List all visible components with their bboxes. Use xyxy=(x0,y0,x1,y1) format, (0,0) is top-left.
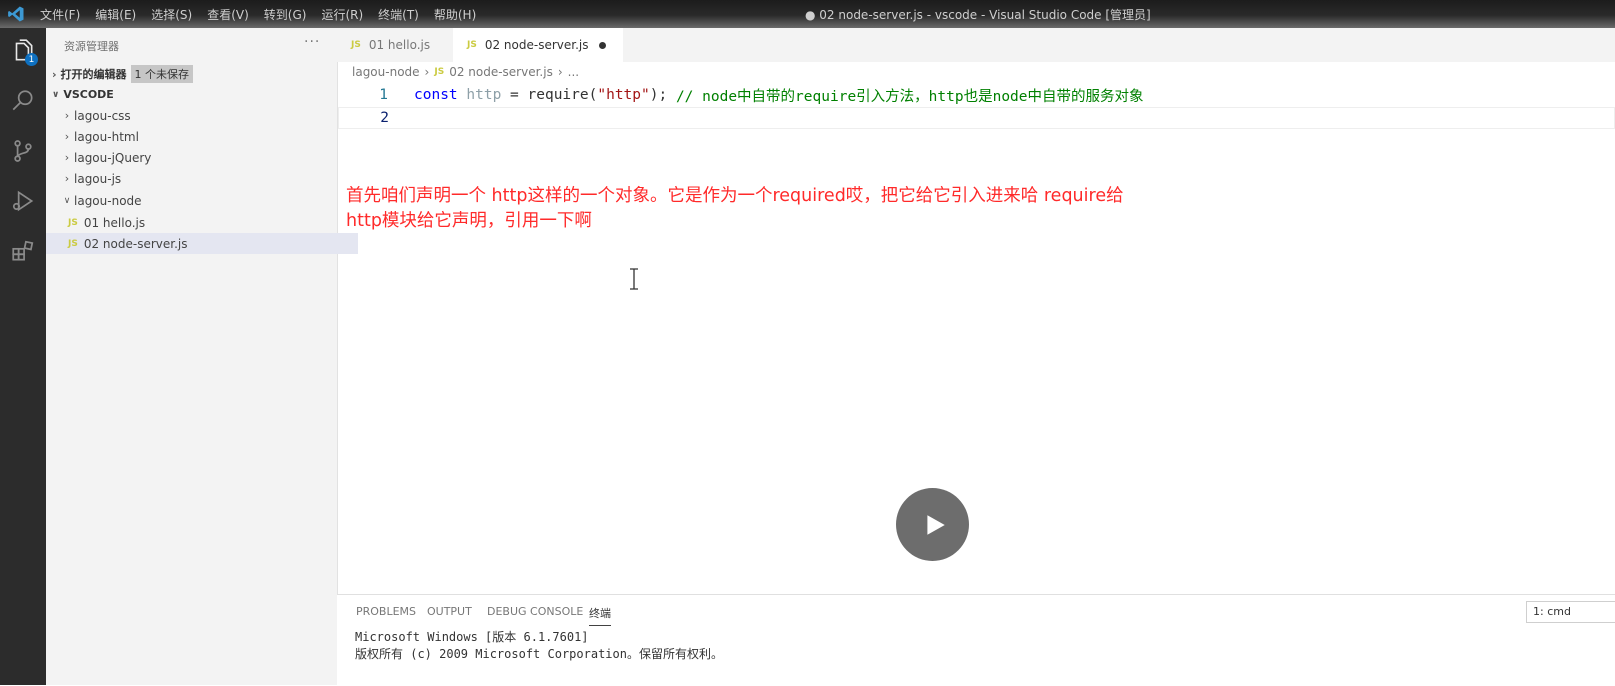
menu-terminal[interactable]: 终端(T) xyxy=(378,6,419,23)
chevron-right-icon: › xyxy=(64,109,70,122)
code-line-1[interactable]: 1 const http = require("http"); // node中… xyxy=(338,84,1615,106)
activity-bar: 1 xyxy=(0,28,46,685)
explorer-sidebar: 资源管理器 ··· › 打开的编辑器 1 个未保存 ∨ VSCODE › lag… xyxy=(46,28,358,685)
search-icon xyxy=(12,90,33,111)
tree-folder-lagou-html[interactable]: › lagou-html xyxy=(46,126,350,147)
breadcrumb-file[interactable]: 02 node-server.js xyxy=(449,65,553,79)
chevron-down-icon: ∨ xyxy=(63,195,71,206)
code-operator: = xyxy=(510,87,519,103)
unsaved-badge: 1 个未保存 xyxy=(130,65,194,83)
explorer-button[interactable]: 1 xyxy=(8,36,38,66)
chevron-right-icon: › xyxy=(64,172,70,185)
terminal-output-line: 版权所有 (c) 2009 Microsoft Corporation。保留所有… xyxy=(355,647,723,661)
tab-label: 02 node-server.js xyxy=(484,38,589,52)
js-file-icon: JS xyxy=(68,217,78,228)
unsaved-dot-icon[interactable] xyxy=(598,41,606,49)
chevron-right-icon: › xyxy=(64,130,70,143)
breadcrumb: lagou-node › JS 02 node-server.js › ... xyxy=(352,65,579,79)
tree-folder-lagou-js[interactable]: › lagou-js xyxy=(46,168,350,189)
code-line-2[interactable]: 2 xyxy=(338,107,1615,129)
title-bar: 文件(F) 编辑(E) 选择(S) 查看(V) 转到(G) 运行(R) 终端(T… xyxy=(0,0,1615,28)
menu-help[interactable]: 帮助(H) xyxy=(434,6,476,23)
menu-edit[interactable]: 编辑(E) xyxy=(95,6,136,23)
tree-folder-lagou-css[interactable]: › lagou-css xyxy=(46,105,350,126)
tree-item-label: lagou-node xyxy=(74,193,142,208)
source-control-button[interactable] xyxy=(8,136,38,166)
js-file-icon: JS xyxy=(467,40,477,50)
menu-run[interactable]: 运行(R) xyxy=(321,6,363,23)
chevron-right-icon: › xyxy=(557,65,563,79)
code-paren: ); xyxy=(649,87,668,103)
line-number: 2 xyxy=(380,110,389,126)
chevron-down-icon: ∨ xyxy=(52,89,60,100)
js-file-icon: JS xyxy=(434,67,445,77)
explorer-badge: 1 xyxy=(25,53,38,66)
menu-file[interactable]: 文件(F) xyxy=(40,6,80,23)
workspace-label: VSCODE xyxy=(63,88,114,101)
search-button[interactable] xyxy=(8,86,38,116)
window-title: ● 02 node-server.js - vscode - Visual St… xyxy=(805,8,1151,22)
tree-item-label: lagou-js xyxy=(74,171,122,186)
workspace-section[interactable]: ∨ VSCODE xyxy=(52,88,114,101)
tree-item-label: 02 node-server.js xyxy=(83,236,188,251)
open-editors-section[interactable]: › 打开的编辑器 1 个未保存 xyxy=(52,65,194,83)
source-control-icon xyxy=(14,140,32,162)
caption-line-2: http模块给它声明，引用一下啊 xyxy=(346,211,592,231)
menu-bar: 文件(F) 编辑(E) 选择(S) 查看(V) 转到(G) 运行(R) 终端(T… xyxy=(40,6,476,23)
bottom-panel: PROBLEMS OUTPUT DEBUG CONSOLE 终端 1: cmd … xyxy=(337,594,1615,686)
menu-go[interactable]: 转到(G) xyxy=(264,6,307,23)
open-editors-label: 打开的编辑器 xyxy=(60,68,127,81)
tab-output[interactable]: OUTPUT xyxy=(427,605,472,618)
tree-file-02-node-server[interactable]: JS 02 node-server.js xyxy=(46,233,358,254)
caption-line-1: 首先咱们声明一个 http这样的一个对象。它是作为一个required哎，把它给… xyxy=(346,186,1124,206)
code-comment: // node中自带的require引入方法，http也是node中自带的服务对… xyxy=(675,88,1144,105)
tab-01-hello[interactable]: JS 01 hello.js xyxy=(337,28,453,62)
tab-label: 01 hello.js xyxy=(368,38,431,52)
code-string: "http" xyxy=(597,87,650,103)
video-caption: 首先咱们声明一个 http这样的一个对象。它是作为一个required哎，把它给… xyxy=(346,184,1226,234)
line-number: 1 xyxy=(379,87,388,103)
extensions-icon xyxy=(12,240,34,261)
more-actions-button[interactable]: ··· xyxy=(304,34,320,50)
tab-debug-console[interactable]: DEBUG CONSOLE xyxy=(487,605,583,618)
editor-tab-bar: JS 01 hello.js JS 02 node-server.js xyxy=(337,28,1615,62)
terminal-output-line: Microsoft Windows [版本 6.1.7601] xyxy=(355,630,589,644)
menu-selection[interactable]: 选择(S) xyxy=(151,6,192,23)
run-debug-icon xyxy=(12,190,34,212)
tree-item-label: lagou-jQuery xyxy=(74,150,152,165)
js-file-icon: JS xyxy=(68,238,78,249)
tab-problems[interactable]: PROBLEMS xyxy=(356,605,416,618)
tree-folder-lagou-jquery[interactable]: › lagou-jQuery xyxy=(46,147,350,168)
js-file-icon: JS xyxy=(351,40,361,50)
code-paren: ( xyxy=(588,87,598,103)
vscode-logo-icon xyxy=(8,6,24,22)
sidebar-title: 资源管理器 xyxy=(64,40,119,53)
breadcrumb-folder[interactable]: lagou-node xyxy=(352,65,420,79)
chevron-right-icon: › xyxy=(424,65,430,79)
code-function: require xyxy=(527,87,589,103)
play-icon xyxy=(927,514,945,535)
tree-folder-lagou-node[interactable]: ∨ lagou-node xyxy=(46,190,350,211)
extensions-button[interactable] xyxy=(8,236,38,266)
code-variable: http xyxy=(466,87,502,103)
tab-terminal[interactable]: 终端 xyxy=(589,605,611,626)
menu-view[interactable]: 查看(V) xyxy=(207,6,249,23)
tree-file-01-hello[interactable]: JS 01 hello.js xyxy=(46,212,358,233)
terminal-select[interactable]: 1: cmd xyxy=(1526,601,1615,623)
tree-item-label: lagou-css xyxy=(74,108,131,123)
tree-item-label: 01 hello.js xyxy=(83,215,146,230)
chevron-right-icon: › xyxy=(64,151,70,164)
tab-02-node-server[interactable]: JS 02 node-server.js xyxy=(453,28,623,62)
chevron-right-icon: › xyxy=(52,67,57,81)
video-play-button[interactable] xyxy=(896,488,969,561)
tree-item-label: lagou-html xyxy=(74,129,139,144)
text-cursor-icon xyxy=(630,268,638,290)
code-keyword: const xyxy=(414,87,458,103)
run-debug-button[interactable] xyxy=(8,186,38,216)
breadcrumb-symbol[interactable]: ... xyxy=(568,65,579,79)
